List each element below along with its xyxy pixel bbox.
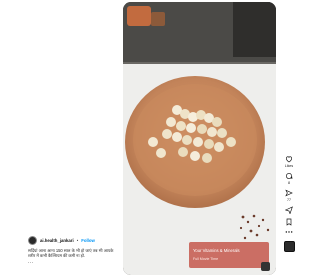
overlay-text: Your Vitamins & Minerals <box>193 248 240 253</box>
username[interactable]: ai.health_jankari <box>40 238 74 243</box>
share-icon[interactable] <box>285 189 293 197</box>
likes-count: Likes <box>284 164 294 168</box>
jar-shape <box>127 6 151 26</box>
more-action[interactable] <box>285 230 293 234</box>
shares-count: 77 <box>287 198 291 202</box>
send-icon[interactable] <box>285 206 293 214</box>
mute-icon[interactable] <box>261 262 270 271</box>
repost-action[interactable] <box>285 206 293 214</box>
reel-video-frame: Your Vitamins & Minerals Full Movie Time <box>123 2 276 275</box>
bookmark-icon[interactable] <box>285 218 293 226</box>
comment-action[interactable]: 8 <box>285 172 293 185</box>
comments-count: 8 <box>288 181 290 185</box>
separator-dot: • <box>76 238 79 243</box>
comment-icon[interactable] <box>285 172 293 180</box>
like-action[interactable]: Likes <box>285 155 293 168</box>
ellipsis-icon[interactable] <box>285 230 293 234</box>
share-action[interactable]: 77 <box>285 189 293 202</box>
author-row: ai.health_jankari • Follow <box>28 236 120 245</box>
follow-button[interactable]: Follow <box>81 238 95 243</box>
reel-video[interactable]: Your Vitamins & Minerals Full Movie Time <box>123 2 276 275</box>
avatar[interactable] <box>28 236 37 245</box>
more-options-icon[interactable]: ... <box>28 259 120 265</box>
video-overlay-banner <box>189 242 269 268</box>
heart-icon[interactable] <box>285 155 293 163</box>
overlay-subtext: Full Movie Time <box>193 257 218 261</box>
post-caption-block: ai.health_jankari • Follow सर्दियां आना … <box>28 236 120 265</box>
audio-thumbnail[interactable] <box>283 241 295 252</box>
save-action[interactable] <box>285 218 293 226</box>
post-caption: सर्दियां आना आना 150 साल के भी हो जाएं त… <box>28 248 114 258</box>
action-rail: Likes 8 77 <box>281 155 297 252</box>
